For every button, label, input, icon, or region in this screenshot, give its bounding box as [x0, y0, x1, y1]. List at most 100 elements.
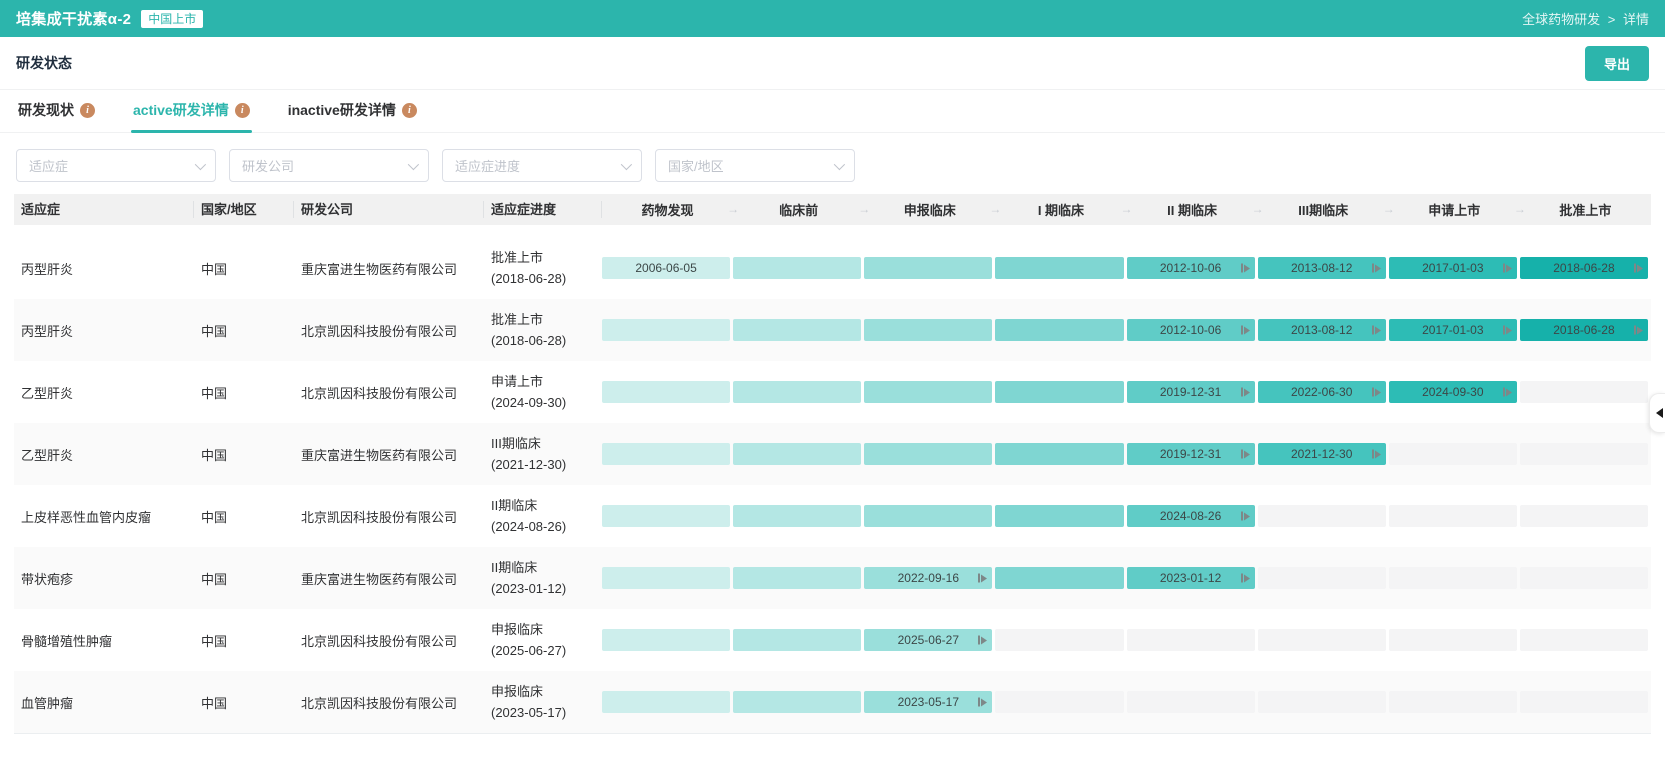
stage-header-label: 药物发现: [642, 200, 694, 219]
stage-cell: 2012-10-06: [1127, 319, 1258, 341]
skip-forward-icon[interactable]: [1634, 326, 1643, 335]
skip-forward-icon[interactable]: [978, 574, 987, 583]
stage-bar: [1389, 443, 1517, 465]
stage-cell: [602, 319, 733, 341]
breadcrumb-parent-link[interactable]: 全球药物研发: [1522, 12, 1600, 27]
stage-header-label: III期临床: [1298, 200, 1348, 219]
stage-cell: 2017-01-03: [1389, 257, 1520, 279]
stage-bar: [733, 443, 861, 465]
collapse-left-icon: [1656, 408, 1663, 418]
stage-bar[interactable]: 2021-12-30: [1258, 443, 1386, 465]
stage-cell: 2006-06-05: [602, 257, 733, 279]
stage-header-label: I 期临床: [1038, 200, 1084, 219]
stage-bar[interactable]: 2024-09-30: [1389, 381, 1517, 403]
progress-filter-select[interactable]: 适应症进度: [442, 149, 642, 182]
stage-bar[interactable]: 2022-09-16: [864, 567, 992, 589]
breadcrumb-current: 详情: [1623, 12, 1649, 27]
skip-forward-icon[interactable]: [1241, 264, 1250, 273]
info-icon[interactable]: i: [235, 103, 250, 118]
stage-cell: 2013-08-12: [1258, 319, 1389, 341]
stage-column-header: 申请上市→: [1389, 194, 1520, 225]
skip-forward-icon[interactable]: [1503, 388, 1512, 397]
tab-inactive-detail[interactable]: inactive研发详情 i: [286, 90, 419, 132]
panel-collapse-handle[interactable]: [1649, 393, 1665, 433]
stage-bar[interactable]: 2019-12-31: [1127, 381, 1255, 403]
info-icon[interactable]: i: [402, 103, 417, 118]
company-cell: 北京凯因科技股份有限公司: [294, 631, 484, 650]
stage-cell: 2024-09-30: [1389, 381, 1520, 403]
stage-bar[interactable]: 2012-10-06: [1127, 257, 1255, 279]
stage-date: 2024-09-30: [1422, 385, 1483, 399]
indication-filter-select[interactable]: 适应症: [16, 149, 216, 182]
stage-bar[interactable]: 2018-06-28: [1520, 319, 1648, 341]
tab-rd-status[interactable]: 研发现状i: [16, 90, 97, 132]
company-cell: 北京凯因科技股份有限公司: [294, 693, 484, 712]
skip-forward-icon[interactable]: [1372, 326, 1381, 335]
skip-forward-icon[interactable]: [978, 636, 987, 645]
skip-forward-icon[interactable]: [1372, 264, 1381, 273]
progress-date: (2024-08-26): [491, 516, 602, 537]
skip-forward-icon[interactable]: [1241, 450, 1250, 459]
section-head: 研发状态 导出: [0, 37, 1665, 90]
skip-forward-icon[interactable]: [1241, 326, 1250, 335]
tab-active-detail[interactable]: active研发详情i: [131, 90, 252, 132]
stage-cell: [1520, 443, 1651, 465]
stage-bar[interactable]: 2012-10-06: [1127, 319, 1255, 341]
skip-forward-icon[interactable]: [978, 698, 987, 707]
skip-forward-icon[interactable]: [1372, 450, 1381, 459]
stage-bar[interactable]: 2025-06-27: [864, 629, 992, 651]
stage-bar: [602, 443, 730, 465]
stage-bar: [733, 567, 861, 589]
stage-bar: [864, 381, 992, 403]
skip-forward-icon[interactable]: [1241, 574, 1250, 583]
skip-forward-icon[interactable]: [1241, 388, 1250, 397]
stage-bar[interactable]: 2023-01-12: [1127, 567, 1255, 589]
indication-cell: 骨髓增殖性肿瘤: [14, 631, 194, 650]
progress-date: (2021-12-30): [491, 454, 602, 475]
tab-label: inactive研发详情: [288, 100, 396, 120]
indication-cell: 带状疱疹: [14, 569, 194, 588]
stage-bar[interactable]: 2019-12-31: [1127, 443, 1255, 465]
region-filter-select[interactable]: 国家/地区: [655, 149, 855, 182]
stage-bar: [1127, 629, 1255, 651]
skip-forward-icon[interactable]: [1503, 326, 1512, 335]
stage-bar[interactable]: 2023-05-17: [864, 691, 992, 713]
info-icon[interactable]: i: [80, 103, 95, 118]
table-header-row: 适应症国家/地区研发公司适应症进度药物发现→临床前→申报临床→I 期临床→II …: [14, 194, 1651, 225]
stage-bar: [995, 443, 1123, 465]
stage-bar: [995, 319, 1123, 341]
stage-bar[interactable]: 2018-06-28: [1520, 257, 1648, 279]
stage-bar[interactable]: 2022-06-30: [1258, 381, 1386, 403]
breadcrumb: 全球药物研发 > 详情: [1522, 9, 1649, 28]
chevron-down-icon: [408, 158, 419, 169]
stage-bar[interactable]: 2013-08-12: [1258, 319, 1386, 341]
stage-cell: [733, 319, 864, 341]
company-filter-select[interactable]: 研发公司: [229, 149, 429, 182]
skip-forward-icon[interactable]: [1503, 264, 1512, 273]
stage-cell: [1520, 691, 1651, 713]
stage-cell: 2023-01-12: [1127, 567, 1258, 589]
stage-bar[interactable]: 2024-08-26: [1127, 505, 1255, 527]
stage-column-header: 临床前→: [733, 194, 864, 225]
stage-column-header: 批准上市: [1520, 194, 1651, 225]
stage-bar[interactable]: 2017-01-03: [1389, 257, 1517, 279]
stage-cell: [995, 629, 1126, 651]
export-button[interactable]: 导出: [1585, 46, 1649, 81]
stage-bar: [1520, 505, 1648, 527]
stage-cell: [995, 567, 1126, 589]
stage-header-label: 申报临床: [904, 200, 956, 219]
stage-date: 2012-10-06: [1160, 261, 1221, 275]
skip-forward-icon[interactable]: [1634, 264, 1643, 273]
skip-forward-icon[interactable]: [1241, 512, 1250, 521]
stage-date: 2013-08-12: [1291, 323, 1352, 337]
progress-stage: 申报临床: [491, 619, 602, 640]
section-title: 研发状态: [16, 53, 72, 73]
stage-cell: [995, 443, 1126, 465]
stage-cell: [602, 443, 733, 465]
skip-forward-icon[interactable]: [1372, 388, 1381, 397]
stage-bar[interactable]: 2013-08-12: [1258, 257, 1386, 279]
stage-bar[interactable]: 2017-01-03: [1389, 319, 1517, 341]
table-bottom-border: [14, 733, 1651, 734]
stage-cell: 2018-06-28: [1520, 257, 1651, 279]
stage-bar[interactable]: 2006-06-05: [602, 257, 730, 279]
